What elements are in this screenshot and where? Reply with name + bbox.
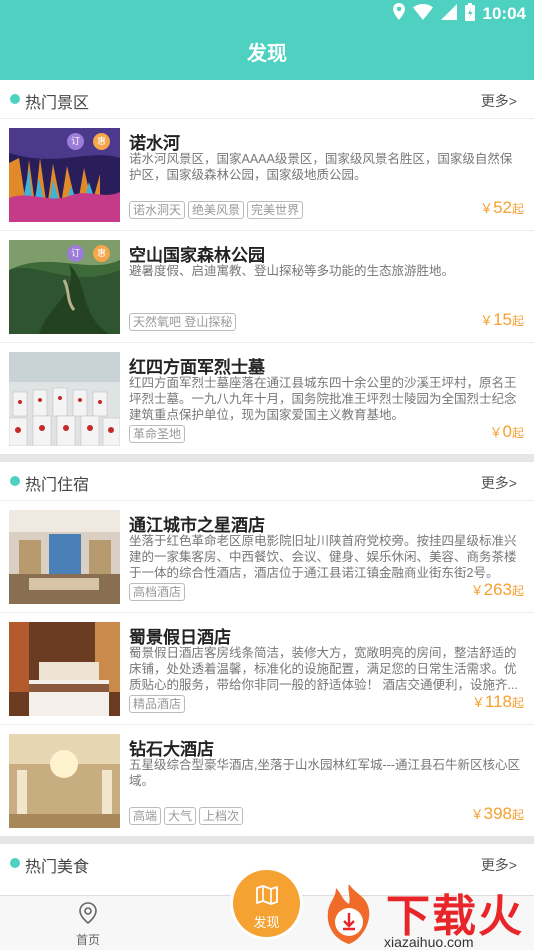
discount-badge: 惠 (93, 133, 110, 150)
status-bar: 10:04 (0, 0, 534, 28)
location-pin-icon (79, 902, 97, 928)
item-description: 蜀景假日酒店客房线条简洁，装修大方，宽敞明亮的房间，整洁舒适的床铺，处处透着温馨… (129, 646, 518, 692)
thumbnail-image (9, 622, 120, 716)
more-link[interactable]: 更多> (481, 473, 517, 493)
discover-label: 发现 (253, 915, 280, 930)
page-title: 发现 (0, 28, 534, 80)
item-description: 诺水河风景区，国家AAAA级景区，国家级风景名胜区，国家级自然保护区，国家级森林… (129, 152, 513, 182)
list-item[interactable]: 订 惠 空山国家森林公园 避暑度假、启迪寓教、登山探秘等多功能的生态旅游胜地。 … (0, 230, 534, 342)
discover-button[interactable]: 发现 (233, 870, 300, 937)
section-dot (10, 476, 20, 486)
item-description: 红四方面军烈士墓座落在通江县城东四十余公里的沙溪王坪村，原名王坪烈士墓。一九八九… (129, 376, 517, 422)
thumbnail-image (9, 510, 120, 604)
list-item[interactable]: 蜀景假日酒店 蜀景假日酒店客房线条简洁，装修大方，宽敞明亮的房间，整洁舒适的床铺… (0, 612, 534, 724)
tag: 高端 (129, 807, 162, 825)
nav-home[interactable]: 首页 (58, 902, 118, 948)
wifi-icon (412, 3, 433, 25)
tag: 大气 (164, 807, 197, 825)
tag-list: 诺水洞天 绝美风景 完美世界 (129, 201, 304, 219)
list-item[interactable]: 订 惠 诺水河 诺水河风景区，国家AAAA级景区，国家级风景名胜区，国家级自然保… (0, 118, 534, 230)
tag-list: 精品酒店 (129, 695, 186, 713)
nav-home-label: 首页 (75, 933, 100, 947)
thumbnail-image: 订 惠 (9, 128, 120, 222)
list-item[interactable]: 钻石大酒店 五星级综合型豪华酒店,坐落于山水园林红军城---通江县石牛新区核心区… (0, 724, 534, 836)
watermark: 下载火 xiazaihuo.com (314, 880, 534, 950)
tag-list: 高档酒店 (129, 583, 186, 601)
price: ￥263起 (470, 580, 524, 599)
discover-feed[interactable]: 热门景区 更多> 订 惠 诺水河 诺水河风景区，国家AAAA级景区，国家级风景名… (0, 80, 534, 895)
tag: 上档次 (199, 807, 244, 825)
list-item[interactable]: 红四方面军烈士墓 红四方面军烈士墓座落在通江县城东四十余公里的沙溪王坪村，原名王… (0, 342, 534, 454)
section-divider (0, 454, 534, 462)
price: ￥52起 (480, 198, 524, 217)
booking-badge: 订 (67, 245, 84, 262)
price: ￥118起 (471, 692, 524, 711)
tag: 天然氧吧 登山探秘 (129, 313, 237, 331)
section-title: 热门住宿 (25, 477, 90, 494)
section-title: 热门美食 (25, 859, 90, 876)
item-description: 五星级综合型豪华酒店,坐落于山水园林红军城---通江县石牛新区核心区域。 (129, 758, 520, 788)
map-icon (255, 884, 279, 911)
price: ￥0起 (489, 422, 525, 441)
more-link[interactable]: 更多> (481, 91, 517, 111)
tag: 诺水洞天 (129, 201, 186, 219)
battery-icon (464, 2, 475, 26)
thumbnail-image: 订 惠 (9, 240, 120, 334)
thumbnail-image (9, 352, 120, 446)
section-dot (10, 858, 20, 868)
tag-list: 高端 大气 上档次 (129, 807, 244, 825)
tag: 革命圣地 (129, 425, 186, 443)
tag-list: 革命圣地 (129, 425, 186, 443)
tag-list: 天然氧吧 登山探秘 (129, 313, 237, 331)
watermark-url: xiazaihuo.com (384, 934, 474, 950)
watermark-logo-icon (316, 882, 382, 950)
location-icon (392, 3, 405, 25)
thumbnail-image (9, 734, 120, 828)
item-description: 避暑度假、启迪寓教、登山探秘等多功能的生态旅游胜地。 (129, 264, 455, 278)
section-title: 热门景区 (25, 95, 90, 112)
tag: 精品酒店 (129, 695, 186, 713)
tag: 高档酒店 (129, 583, 186, 601)
signal-icon (440, 3, 457, 25)
tag: 绝美风景 (188, 201, 245, 219)
discount-badge: 惠 (93, 245, 110, 262)
list-item[interactable]: 通江城市之星酒店 坐落于红色革命老区原电影院旧址川陕首府党校旁。按挂四星级标准兴… (0, 500, 534, 612)
section-header-scenic: 热门景区 更多> (0, 80, 534, 118)
status-time: 10:04 (482, 4, 526, 23)
booking-badge: 订 (67, 133, 84, 150)
section-header-lodging: 热门住宿 更多> (0, 462, 534, 500)
price: ￥15起 (480, 310, 524, 329)
more-link[interactable]: 更多> (481, 855, 517, 875)
price: ￥398起 (470, 804, 524, 823)
item-description: 坐落于红色革命老区原电影院旧址川陕首府党校旁。按挂四星级标准兴建的一家集客房、中… (129, 534, 517, 580)
section-dot (10, 94, 20, 104)
tag: 完美世界 (247, 201, 304, 219)
section-divider (0, 836, 534, 844)
